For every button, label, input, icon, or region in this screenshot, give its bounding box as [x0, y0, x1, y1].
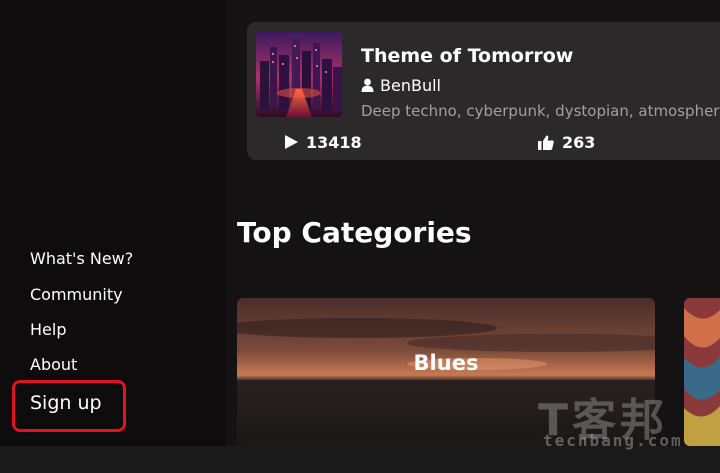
- play-count[interactable]: 13418: [285, 132, 362, 152]
- thumbs-up-icon: [538, 135, 554, 150]
- play-count-value: 13418: [306, 132, 362, 152]
- song-tags: Deep techno, cyberpunk, dystopian, atmos…: [361, 102, 720, 120]
- artist-name: BenBull: [380, 75, 441, 95]
- like-count-value: 263: [562, 132, 596, 152]
- nav-link-community[interactable]: Community: [30, 285, 123, 304]
- nav-link-whats-new[interactable]: What's New?: [30, 249, 133, 268]
- sidebar: What's New? Community Help About Sign up: [0, 0, 226, 448]
- play-icon: [285, 135, 298, 149]
- user-icon: [361, 78, 374, 92]
- section-title-top-categories: Top Categories: [237, 216, 472, 249]
- featured-song-card[interactable]: Theme of Tomorrow BenBull Deep techno, c…: [247, 22, 720, 160]
- bottom-bar: [0, 446, 720, 473]
- annotation-highlight-box: [12, 380, 126, 432]
- song-title[interactable]: Theme of Tomorrow: [361, 45, 573, 67]
- nav-link-about[interactable]: About: [30, 355, 77, 374]
- nav-link-help[interactable]: Help: [30, 320, 66, 339]
- category-card-partial[interactable]: [684, 298, 720, 446]
- like-count[interactable]: 263: [538, 132, 595, 152]
- watermark-site: techbang.com: [543, 431, 683, 450]
- category-label: Blues: [413, 351, 479, 375]
- song-cover-art[interactable]: [256, 31, 342, 117]
- artist-row[interactable]: BenBull: [361, 75, 441, 95]
